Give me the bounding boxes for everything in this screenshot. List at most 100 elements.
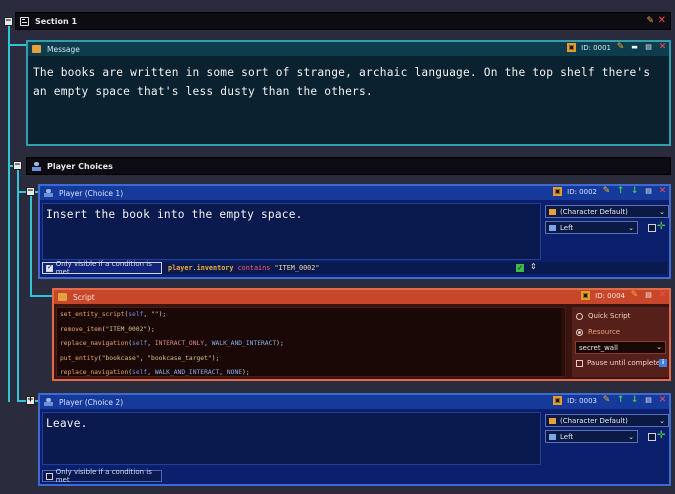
choice2-condition-checkbox[interactable] (46, 472, 53, 480)
move-icon[interactable]: ✛ (657, 221, 665, 232)
resource-select[interactable]: secret_wall ⌄ (575, 341, 666, 354)
position-icon (549, 434, 556, 440)
id-badge-icon: ▣ (553, 396, 563, 405)
delete-section1-icon[interactable]: ✕ (658, 15, 666, 26)
choice2-position-select[interactable]: Left ⌄ (545, 430, 638, 443)
code-line: set_entity_script(self, ""); (60, 311, 167, 318)
choice1-id: ID: 0002 (567, 187, 597, 196)
cond-value: "ITEM_0002" (274, 264, 320, 272)
tree-line-choices-children (17, 170, 19, 400)
message-text[interactable]: The books are written in some sort of st… (33, 63, 658, 101)
choice2-flip-checkbox[interactable] (648, 433, 656, 441)
pause-option[interactable]: Pause until complete (576, 359, 660, 367)
section-icon (20, 16, 29, 26)
pause-checkbox[interactable] (576, 359, 583, 367)
choice2-condition-toggle[interactable]: Only visible if a condition is met (42, 468, 162, 484)
player-choices-bar[interactable]: Player Choices (26, 157, 671, 175)
move-down-choice1-icon[interactable]: ↓ (630, 187, 639, 196)
collapse-choice1-button[interactable]: − (26, 187, 35, 196)
radio-unchecked-icon (576, 312, 583, 320)
script-icon (58, 293, 67, 301)
delete-script-icon[interactable]: ✕ (658, 291, 667, 300)
player-choices-title: Player Choices (47, 161, 113, 171)
move-icon[interactable]: ✛ (657, 430, 665, 441)
choice2-position: Left (560, 432, 574, 441)
code-line: put_entity("bookcase", "bookcase_target"… (60, 354, 220, 362)
choice2-text-area[interactable]: Leave. (42, 412, 541, 465)
chevron-down-icon: ⌄ (659, 208, 665, 216)
edit-message-icon[interactable]: ✎ (616, 43, 625, 52)
message-icon (32, 45, 41, 53)
collapse-choices-button[interactable]: − (13, 161, 22, 170)
choice1-condition-checkbox[interactable]: ✓ (46, 263, 53, 272)
choice2-id: ID: 0003 (567, 396, 597, 405)
chevron-down-icon: ⌄ (656, 343, 662, 351)
message-header: Message ▣ ID: 0001 ✎ ▬ ▤ ✕ (28, 42, 669, 56)
resource-value: secret_wall (579, 343, 618, 352)
tree-line-choice1-children (30, 196, 32, 296)
choice1-position-select[interactable]: Left ⌄ (545, 221, 638, 234)
choice2-character: (Character Default) (560, 416, 628, 425)
choice2-header: Player (Choice 2) ▣ ID: 0003 ✎ ↑ ↓ ▤ ✕ (40, 395, 669, 409)
resource-label: Resource (588, 328, 621, 336)
choice2-text: Leave. (46, 417, 88, 430)
script-code-area[interactable]: set_entity_script(self, ""); remove_item… (56, 307, 566, 377)
message-panel: Message ▣ ID: 0001 ✎ ▬ ▤ ✕ The books are… (26, 40, 671, 146)
edit-choice1-icon[interactable]: ✎ (602, 187, 611, 196)
player-icon (32, 161, 41, 171)
collapse-section1-button[interactable]: − (4, 17, 13, 26)
comment-message-icon[interactable]: ▤ (644, 43, 653, 52)
comment-choice1-icon[interactable]: ▤ (644, 187, 653, 196)
choice1-condition-expression[interactable]: player.inventory contains "ITEM_0002" (168, 264, 319, 272)
pause-label: Pause until complete (587, 359, 661, 367)
comment-script-icon[interactable]: ▤ (644, 291, 653, 300)
id-badge-icon: ▣ (567, 43, 577, 52)
info-icon[interactable]: i (659, 359, 667, 367)
delete-message-icon[interactable]: ✕ (658, 43, 667, 52)
script-header-label: Script (73, 292, 95, 302)
move-up-choice1-icon[interactable]: ↑ (616, 187, 625, 196)
edit-script-icon[interactable]: ✎ (630, 291, 639, 300)
choice2-character-select[interactable]: (Character Default) ⌄ (545, 414, 669, 427)
script-options: Quick Script Resource secret_wall ⌄ Paus… (572, 307, 669, 377)
script-code: set_entity_script(self, ""); remove_item… (60, 308, 284, 377)
delete-choice1-icon[interactable]: ✕ (658, 187, 667, 196)
move-down-choice2-icon[interactable]: ↓ (630, 396, 639, 405)
message-id: ID: 0001 (581, 43, 611, 52)
quick-script-option[interactable]: Quick Script (576, 312, 630, 320)
cond-prop: inventory (196, 264, 234, 272)
tree-line-root (8, 21, 10, 402)
chevron-down-icon: ⌄ (628, 224, 634, 232)
choice1-panel: Player (Choice 1) ▣ ID: 0002 ✎ ↑ ↓ ▤ ✕ I… (38, 184, 671, 279)
choice1-text-area[interactable]: Insert the book into the empty space. (42, 203, 541, 260)
code-line: replace_navigation(self, WALK_AND_INTERA… (60, 369, 250, 377)
section1-title: Section 1 (35, 16, 78, 26)
comment-choice2-icon[interactable]: ▤ (644, 396, 653, 405)
quick-script-label: Quick Script (588, 312, 631, 320)
reorder-condition-icon[interactable]: ⇕ (530, 262, 537, 271)
move-up-choice2-icon[interactable]: ↑ (616, 396, 625, 405)
choice1-flip-checkbox[interactable] (648, 224, 656, 232)
delete-choice2-icon[interactable]: ✕ (658, 396, 667, 405)
choice1-condition-toggle[interactable]: ✓ Only visible if a condition is met (42, 260, 162, 276)
choice1-position: Left (560, 223, 574, 232)
choice1-condition-label: Only visible if a condition is met (55, 260, 152, 276)
choice1-text: Insert the book into the empty space. (46, 208, 303, 221)
code-scrollbar[interactable] (561, 308, 565, 376)
expand-choice2-button[interactable]: + (26, 396, 35, 405)
confirm-condition-icon[interactable]: ✓ (516, 264, 524, 272)
tree-line-message (8, 44, 26, 46)
section1-bar[interactable]: Section 1 ✎ ✕ (15, 12, 671, 30)
edit-section1-icon[interactable]: ✎ (646, 16, 654, 26)
player-icon (44, 398, 53, 406)
code-message-icon[interactable]: ▬ (630, 43, 639, 52)
edit-choice2-icon[interactable]: ✎ (602, 396, 611, 405)
resource-option[interactable]: Resource (576, 328, 620, 336)
tree-line-script (30, 295, 52, 297)
position-icon (549, 225, 556, 231)
choice1-character-select[interactable]: (Character Default) ⌄ (545, 205, 669, 218)
chevron-down-icon: ⌄ (628, 433, 634, 441)
id-badge-icon: ▣ (581, 291, 591, 300)
script-header: Script ▣ ID: 0004 ✎ ▤ ✕ (54, 290, 669, 304)
message-header-label: Message (47, 44, 80, 54)
